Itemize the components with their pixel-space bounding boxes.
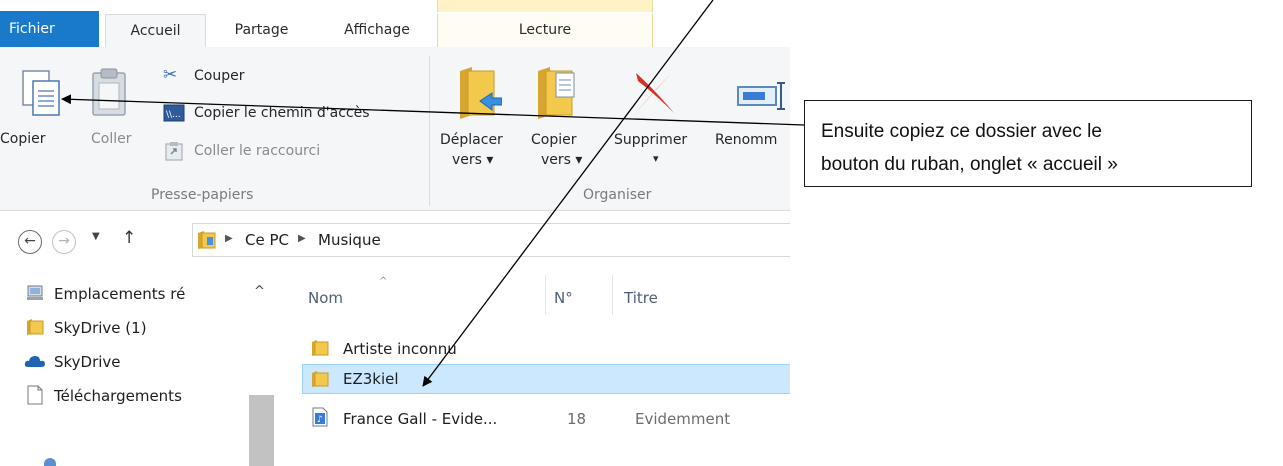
nav-item-label: Téléchargements: [54, 387, 182, 405]
nav-item-downloads[interactable]: Téléchargements: [0, 382, 249, 410]
column-header-name[interactable]: Nom: [308, 289, 343, 307]
breadcrumb-music[interactable]: Musique: [318, 231, 381, 249]
nav-item-skydrive-1[interactable]: SkyDrive (1): [0, 314, 249, 342]
address-bar-row: ← → ▼ ↑ ▶ Ce PC ▶ Musique: [0, 211, 790, 269]
sort-ascending-icon: ^: [379, 276, 388, 287]
folder-icon: [312, 340, 329, 356]
folder-icon: [312, 371, 329, 387]
back-arrow-icon: ←: [24, 233, 36, 249]
copy-to-label-2: vers ▾: [541, 152, 583, 168]
up-button[interactable]: ↑: [122, 228, 136, 248]
nav-item-network-places[interactable]: Emplacements ré: [0, 280, 249, 308]
ribbon-separator: [429, 56, 430, 206]
list-item[interactable]: ♪ France Gall - Evide... 18 Evidemment: [302, 404, 790, 432]
organize-group-label: Organiser: [583, 187, 652, 203]
delete-x-icon: [634, 73, 674, 115]
file-name: Artiste inconnu: [343, 340, 457, 358]
audio-file-icon: ♪: [312, 407, 328, 427]
clipboard-group-label: Presse-papiers: [151, 187, 254, 203]
tab-share[interactable]: Partage: [206, 14, 317, 47]
copy-icon: [22, 70, 60, 116]
svg-text:♪: ♪: [317, 415, 323, 425]
paste-shortcut-label: Coller le raccourci: [194, 143, 321, 159]
callout-line-1: Ensuite copiez ce dossier avec le: [821, 121, 1102, 142]
copy-button[interactable]: Copier: [0, 65, 72, 157]
nav-item-label: Emplacements ré: [54, 285, 186, 303]
nav-item-skydrive[interactable]: SkyDrive: [0, 348, 249, 376]
paste-shortcut-button[interactable]: Coller le raccourci: [163, 140, 363, 164]
file-name: France Gall - Evide...: [343, 410, 498, 428]
list-item-selected[interactable]: EZ3kiel: [302, 364, 790, 394]
recent-locations-dropdown[interactable]: ▼: [92, 231, 100, 242]
file-explorer-window: Fichier Accueil Partage Affichage Lectur…: [0, 0, 790, 466]
tab-home[interactable]: Accueil: [105, 14, 206, 48]
breadcrumb-separator: ▶: [225, 233, 233, 244]
column-divider: [545, 275, 546, 315]
callout-line-2: bouton du ruban, onglet « accueil »: [821, 154, 1118, 175]
column-header-number[interactable]: N°: [554, 289, 573, 307]
copy-button-label: Copier: [0, 131, 46, 147]
network-places-icon: [27, 285, 43, 300]
rename-icon: [737, 82, 785, 110]
scissors-icon: ✂: [163, 65, 178, 85]
delete-label: Supprimer: [614, 132, 688, 148]
cut-button[interactable]: ✂ Couper: [163, 65, 393, 89]
nav-item-partial-icon: [44, 458, 56, 466]
ribbon-tab-bar: Fichier Accueil Partage Affichage Lectur…: [0, 0, 790, 48]
address-input[interactable]: ▶ Ce PC ▶ Musique: [192, 223, 790, 257]
skydrive-cloud-icon: [24, 356, 45, 367]
nav-item-label: SkyDrive (1): [54, 319, 147, 337]
move-to-folder-icon: [460, 67, 502, 119]
document-icon: [27, 385, 43, 405]
breadcrumb-this-pc[interactable]: Ce PC: [245, 231, 289, 249]
forward-arrow-icon: →: [58, 233, 70, 249]
navigation-pane: Emplacements ré ^ SkyDrive (1) SkyDrive …: [0, 270, 290, 466]
copy-path-button[interactable]: \\... Copier le chemin d'accès: [163, 102, 403, 126]
tab-view[interactable]: Affichage: [317, 14, 437, 47]
paste-shortcut-icon: [165, 142, 183, 161]
rename-label: Renomm: [715, 132, 778, 148]
move-to-button[interactable]: Déplacer vers ▾: [440, 61, 503, 179]
back-button[interactable]: ←: [18, 230, 42, 254]
copy-to-folder-icon: [538, 67, 575, 119]
column-divider: [612, 275, 613, 315]
move-to-label-2: vers ▾: [452, 152, 494, 168]
tab-play[interactable]: Lecture: [437, 14, 653, 47]
cut-button-label: Couper: [194, 68, 245, 84]
rename-button[interactable]: Renomm: [715, 61, 790, 179]
forward-button[interactable]: →: [52, 230, 76, 254]
file-title: Evidemment: [635, 410, 731, 428]
file-name: EZ3kiel: [343, 370, 399, 388]
copy-path-icon: \\...: [163, 104, 185, 122]
ribbon-home: Copier Coller ✂ Couper \\... Copier le c…: [0, 47, 790, 211]
column-header-title[interactable]: Titre: [624, 289, 658, 307]
list-item[interactable]: Artiste inconnu: [302, 334, 790, 362]
copy-to-label-1: Copier: [531, 132, 577, 148]
tab-file[interactable]: Fichier: [0, 11, 99, 47]
delete-button[interactable]: Supprimer ▾: [612, 61, 704, 179]
svg-text:\\...: \\...: [166, 110, 181, 120]
move-to-label-1: Déplacer: [440, 132, 503, 148]
music-folder-icon: [198, 231, 216, 249]
instruction-callout: Ensuite copiez ce dossier avec le bouton…: [804, 100, 1252, 187]
nav-item-label: SkyDrive: [54, 353, 121, 371]
nav-scrollbar-thumb[interactable]: [249, 395, 274, 466]
up-arrow-icon: ↑: [122, 228, 137, 248]
copy-path-label: Copier le chemin d'accès: [194, 105, 370, 121]
paste-icon: [92, 68, 126, 116]
copy-to-button[interactable]: Copier vers ▾: [528, 61, 592, 179]
breadcrumb-separator: ▶: [298, 233, 306, 244]
file-list: ^ Nom N° Titre Artiste inconnu EZ3kiel ♪: [290, 270, 790, 466]
contextual-tab-band: [437, 0, 653, 12]
file-number: 18: [567, 410, 587, 428]
delete-dropdown-icon: ▾: [653, 152, 659, 165]
paste-button-label: Coller: [91, 131, 132, 147]
callout-text: Ensuite copiez ce dossier avec le bouton…: [821, 115, 1249, 181]
folder-icon: [27, 319, 44, 335]
scroll-up-arrow-icon[interactable]: ^: [254, 284, 265, 299]
paste-button[interactable]: Coller: [78, 65, 140, 157]
